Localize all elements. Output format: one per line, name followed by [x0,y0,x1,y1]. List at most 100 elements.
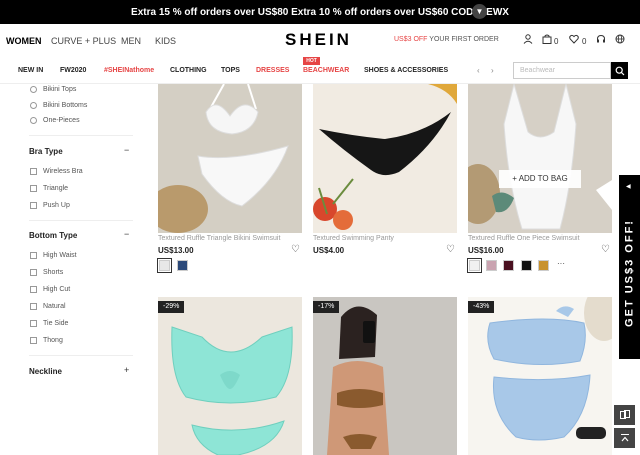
checkbox-icon [30,185,37,192]
checkbox-icon [30,320,37,327]
globe-icon[interactable] [615,34,625,47]
product-image[interactable] [468,297,612,455]
user-icon[interactable] [523,34,533,47]
color-swatch[interactable] [467,258,482,273]
catnav-sheinathome[interactable]: #SHEINathome [104,67,154,74]
add-to-bag-button[interactable]: + ADD TO BAG [499,170,581,188]
color-swatch[interactable] [177,260,188,271]
filter-triangle[interactable]: Triangle [30,185,68,192]
filter-push-up[interactable]: Push Up [30,202,70,209]
filter-label: Push Up [43,202,70,209]
filter-natural[interactable]: Natural [30,303,66,310]
product-image[interactable] [158,84,302,233]
search-icon[interactable] [611,62,628,79]
filter-high-waist[interactable]: High Waist [30,252,77,259]
checkbox-icon [30,303,37,310]
first-order-offer[interactable]: US$3 OFF YOUR FIRST ORDER [394,36,499,43]
filter-one-pieces[interactable]: One-Pieces [30,117,80,124]
checkbox-icon [30,252,37,259]
catnav-dresses[interactable]: DRESSES [256,67,289,74]
product-image[interactable] [313,84,457,233]
support-icon[interactable] [596,34,606,47]
compare-icon[interactable] [614,405,635,425]
filter-bikini-tops[interactable]: Bikini Tops [30,86,76,93]
chevron-down-icon[interactable]: ▼ [472,4,487,19]
product-image[interactable] [158,297,302,455]
discount-badge: -17% [313,301,340,313]
filter-shorts[interactable]: Shorts [30,269,63,276]
get-discount-tab[interactable]: GET US$3 OFF! ◀ [619,175,640,359]
filter-label: One-Pieces [43,117,80,124]
filter-label: Triangle [43,185,69,192]
catnav-new-in[interactable]: NEW IN [18,67,43,74]
color-swatch[interactable] [503,260,514,271]
shein-logo[interactable]: SHEIN [285,30,352,50]
caret-left-icon: ◀ [626,184,631,190]
product-image[interactable] [313,297,457,455]
divider [29,355,133,356]
promo-text: Extra 15 % off orders over US$80 Extra 1… [131,6,509,18]
chevron-left-icon[interactable]: ‹ [477,66,480,75]
hot-badge: HOT [303,57,320,65]
promo-bar: Extra 15 % off orders over US$80 Extra 1… [0,0,640,24]
product-title[interactable]: Textured Swimming Panty [313,235,394,242]
color-swatch[interactable] [486,260,497,271]
expand-icon[interactable]: + [124,365,129,375]
wishlist-count: 0 [582,37,587,46]
filter-label: Bikini Tops [43,86,77,93]
search-input[interactable]: Beachwear [513,62,611,79]
product-title[interactable]: Textured Ruffle Triangle Bikini Swimsuit [158,235,280,242]
nav-women[interactable]: WOMEN [6,36,42,46]
bra-type-heading[interactable]: Bra Type [29,147,63,156]
divider [29,135,133,136]
nav-kids[interactable]: KIDS [155,36,176,46]
catnav-beachwear[interactable]: BEACHWEAR [303,67,349,74]
catnav-fw2020[interactable]: FW2020 [60,67,86,74]
product-image[interactable] [468,84,612,233]
bag-icon[interactable] [542,34,552,47]
filter-label: Thong [43,337,63,344]
nav-men[interactable]: MEN [121,36,141,46]
filter-label: Shorts [43,269,64,276]
heart-icon[interactable]: ♡ [601,244,610,255]
bag-count: 0 [554,37,559,46]
product-title[interactable]: Textured Ruffle One Piece Swimsuit [468,235,580,242]
color-swatch[interactable] [157,258,172,273]
bottom-type-heading[interactable]: Bottom Type [29,231,77,240]
nav-curve-plus[interactable]: CURVE + PLUS [51,36,116,46]
heart-icon[interactable]: ♡ [291,244,300,255]
catnav-tops[interactable]: TOPS [221,67,240,74]
radio-icon [30,86,37,93]
filter-thong[interactable]: Thong [30,337,63,344]
heart-icon[interactable] [569,34,579,47]
filter-wireless-bra[interactable]: Wireless Bra [30,168,83,175]
checkbox-icon [30,269,37,276]
color-swatch[interactable] [521,260,532,271]
back-to-top-icon[interactable] [614,428,635,448]
divider [29,220,133,221]
filter-high-cut[interactable]: High Cut [30,286,70,293]
catnav-clothing[interactable]: CLOTHING [170,67,207,74]
more-colors[interactable]: ··· [557,259,565,268]
filter-label: High Waist [43,252,77,259]
collapse-icon[interactable]: − [124,145,129,155]
neckline-heading[interactable]: Neckline [29,367,62,376]
checkbox-icon [30,286,37,293]
checkbox-icon [30,202,37,209]
offer-amount: US$3 OFF [394,36,428,43]
catnav-shoes-accessories[interactable]: SHOES & ACCESSORIES [364,67,448,74]
filter-bikini-bottoms[interactable]: Bikini Bottoms [30,102,87,109]
filter-label: Tie Side [43,320,69,327]
color-swatch[interactable] [538,260,549,271]
chevron-right-icon[interactable]: › [491,66,494,75]
heart-icon[interactable]: ♡ [446,244,455,255]
filter-label: Natural [43,303,66,310]
collapse-icon[interactable]: − [124,229,129,239]
discount-badge: -43% [468,301,495,313]
filter-tie-side[interactable]: Tie Side [30,320,68,327]
offer-text: YOUR FIRST ORDER [429,36,499,43]
checkbox-icon [30,337,37,344]
filter-label: Wireless Bra [43,168,83,175]
product-price: US$4.00 [313,246,345,255]
product-price: US$16.00 [468,246,504,255]
